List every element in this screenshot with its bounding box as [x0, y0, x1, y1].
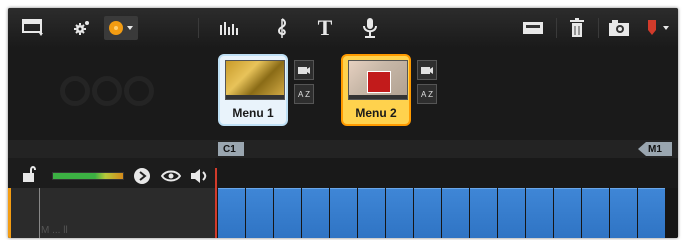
clip-frame [610, 188, 637, 238]
app-window: T Menu 1 A Z Menu 2 A Z C1 M1 M ... ll [8, 8, 678, 238]
audio-level-meter [52, 172, 124, 180]
menu-card-1[interactable]: Menu 1 [218, 54, 288, 126]
divider [39, 188, 40, 238]
sort-az-button[interactable]: A Z [417, 84, 437, 104]
toolbar: T [8, 8, 678, 48]
clip-frame [302, 188, 329, 238]
microphone-icon[interactable] [358, 16, 382, 40]
lock-icon[interactable] [20, 162, 38, 186]
disc-menu-area: Menu 1 A Z Menu 2 A Z [8, 48, 678, 140]
menu-thumbnail [348, 60, 408, 100]
clip-frame [554, 188, 581, 238]
clip-frame [218, 188, 245, 238]
eye-icon[interactable] [160, 164, 182, 188]
music-note-icon[interactable] [270, 16, 294, 40]
panel-toggle-icon[interactable] [20, 16, 48, 40]
menu-label: Menu 1 [232, 106, 274, 120]
clip-frame [330, 188, 357, 238]
clip-track-header[interactable]: M ... ll [8, 188, 215, 238]
sort-az-button[interactable]: A Z [294, 84, 314, 104]
play-circle-icon[interactable] [132, 164, 152, 188]
trash-icon[interactable] [566, 16, 588, 40]
clip-frame [526, 188, 553, 238]
marker-icon[interactable] [642, 16, 674, 40]
camera-icon[interactable] [606, 16, 632, 40]
clip-frame [386, 188, 413, 238]
menu-return-marker[interactable]: M1 [638, 142, 672, 156]
storage-icon[interactable] [520, 16, 546, 40]
clip-frame [582, 188, 609, 238]
speaker-icon[interactable] [188, 164, 210, 188]
clip-frame [274, 188, 301, 238]
track-header [8, 158, 215, 188]
menu-link-icon[interactable] [294, 60, 314, 80]
chapter-marker[interactable]: C1 [218, 142, 244, 156]
toolbar-separator [598, 18, 599, 38]
playhead[interactable] [215, 168, 217, 238]
watermark-logo [60, 76, 90, 106]
audio-bars-icon[interactable] [216, 16, 242, 40]
clip-frame [442, 188, 469, 238]
clip-frame [414, 188, 441, 238]
track-header-row [8, 158, 678, 188]
disc-menu-dropdown[interactable] [104, 16, 138, 40]
clip-frame [246, 188, 273, 238]
menu-card-2[interactable]: Menu 2 [341, 54, 411, 126]
watermark-logo [124, 76, 154, 106]
track-name: M ... ll [41, 225, 68, 236]
clip-frame [638, 188, 665, 238]
toolbar-separator [556, 18, 557, 38]
menu-label: Menu 2 [355, 106, 397, 120]
settings-gear-icon[interactable] [70, 16, 94, 40]
menu-thumbnail [225, 60, 285, 100]
clip-frame [358, 188, 385, 238]
menu-link-icon[interactable] [417, 60, 437, 80]
title-text-icon[interactable]: T [313, 15, 337, 40]
watermark-logo [92, 76, 122, 106]
clip-frame [498, 188, 525, 238]
clip-frame [470, 188, 497, 238]
marker-track: C1 M1 [8, 140, 678, 158]
video-clip-strip[interactable] [218, 188, 678, 238]
toolbar-separator [198, 18, 199, 38]
